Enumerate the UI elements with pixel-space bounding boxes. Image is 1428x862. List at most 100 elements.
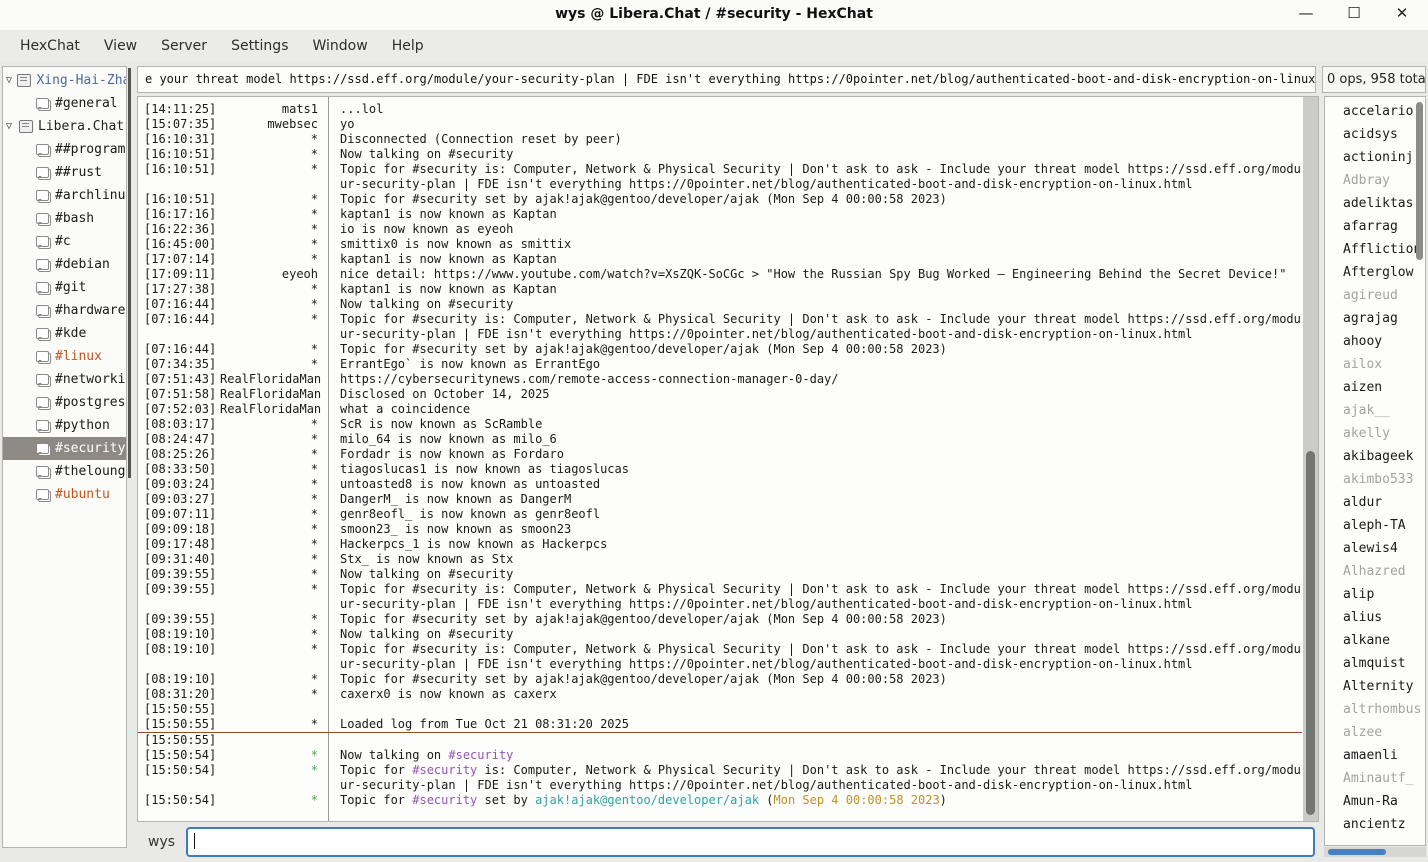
userlist-hscrollbar[interactable] [1324,847,1426,857]
user-list-item[interactable]: ahooy [1325,330,1425,353]
user-list-item[interactable]: afarrag [1325,215,1425,238]
userlist-hscrollbar-thumb[interactable] [1328,849,1386,855]
tree-network-libera.chat[interactable]: ▽Libera.Chat [3,115,126,138]
userlist-scrollbar-thumb[interactable] [1416,102,1423,260]
channel-name: #debian [55,253,110,276]
user-list-item[interactable]: akibageek [1325,445,1425,468]
chan-text: #security [412,793,477,807]
user-list-item[interactable]: Aminautf_ [1325,767,1425,790]
chat-line: [16:22:36]*io is now known as eyeoh [138,222,1302,237]
user-list-item[interactable]: Afterglow [1325,261,1425,284]
user-list: accelarioacidsysactioninjAdbrayadeliktas… [1325,100,1425,836]
user-list-item[interactable]: agireud [1325,284,1425,307]
message-text: milo_64 is now known as milo_6 [340,432,1302,447]
user-list-item[interactable]: ancientz [1325,813,1425,836]
user-list-item[interactable]: agrajag [1325,307,1425,330]
timestamp [138,778,220,793]
user-list-item[interactable]: accelario [1325,100,1425,123]
user-list-item[interactable]: aleph-TA [1325,514,1425,537]
chat-line: [16:10:51]*Topic for #security set by aj… [138,192,1302,207]
tree-channel-networking[interactable]: #networking [3,368,126,391]
tree-channel-postgresql[interactable]: #postgresql [3,391,126,414]
tree-channel-bash[interactable]: #bash [3,207,126,230]
user-list-item[interactable]: adeliktas [1325,192,1425,215]
user-list-item[interactable]: Adbray [1325,169,1425,192]
timestamp: [09:09:18] [138,522,220,537]
user-list-item[interactable]: ailox [1325,353,1425,376]
timestamp: [16:10:51] [138,162,220,177]
tree-channel-general[interactable]: #general [3,92,126,115]
message-text: Fordadr is now known as Fordaro [340,447,1302,462]
user-list-item[interactable]: Alternity [1325,675,1425,698]
channel-tree-scrollbar[interactable] [128,68,131,478]
message-text: Topic for #security is: Computer, Networ… [340,642,1302,657]
menu-item-server[interactable]: Server [151,34,217,58]
menu-item-hexchat[interactable]: HexChat [10,34,90,58]
topic-input[interactable]: e your threat model https://ssd.eff.org/… [137,66,1316,93]
chat-scrollbar-thumb[interactable] [1306,451,1315,815]
tree-channel-hardware[interactable]: #hardware [3,299,126,322]
timestamp: [15:50:55] [138,733,220,748]
message-text: Topic for #security set by ajak!ajak@gen… [340,342,1302,357]
tree-channel-programming[interactable]: ##programming [3,138,126,161]
user-list-item[interactable]: alzee [1325,721,1425,744]
menu-item-view[interactable]: View [94,34,147,58]
chat-line: [07:16:44]*Now talking on #security [138,297,1302,312]
user-list-item[interactable]: alius [1325,606,1425,629]
user-list-item[interactable]: altrhombus [1325,698,1425,721]
user-list-item[interactable]: aldur [1325,491,1425,514]
tree-network-xing-hai-zhan[interactable]: ▽Xing-Hai-Zhan [3,69,126,92]
user-list-item[interactable]: Alhazred [1325,560,1425,583]
user-list-item[interactable]: alkane [1325,629,1425,652]
user-list-item[interactable]: akelly [1325,422,1425,445]
tree-channel-python[interactable]: #python [3,414,126,437]
chat-scrollbar[interactable] [1303,97,1318,821]
collapse-arrow-icon[interactable]: ▽ [6,69,17,92]
user-list-item[interactable]: amaenli [1325,744,1425,767]
message-text: io is now known as eyeoh [340,222,1302,237]
timestamp: [09:39:55] [138,612,220,627]
tree-channel-git[interactable]: #git [3,276,126,299]
chat-line: [09:39:55]*Now talking on #security [138,567,1302,582]
message-text: what a coincidence [340,402,1302,417]
chat-line: [08:03:17]*ScR is now known as ScRamble [138,417,1302,432]
message-text: genr8eofl_ is now known as genr8eofl [340,507,1302,522]
menu-item-settings[interactable]: Settings [221,34,298,58]
tree-channel-ubuntu[interactable]: #ubuntu [3,483,126,506]
nick: * [220,192,330,207]
chat-line: ur-security-plan | FDE isn't everything … [138,327,1302,342]
user-list-item[interactable]: ajak__ [1325,399,1425,422]
tree-channel-kde[interactable]: #kde [3,322,126,345]
menu-item-window[interactable]: Window [302,34,377,58]
tree-channel-archlinux[interactable]: #archlinux [3,184,126,207]
user-list-item[interactable]: alip [1325,583,1425,606]
tree-channel-linux[interactable]: #linux [3,345,126,368]
tree-channel-debian[interactable]: #debian [3,253,126,276]
nick: * [220,312,330,327]
close-icon[interactable]: ✕ [1394,4,1410,22]
message-text: smittix0 is now known as smittix [340,237,1302,252]
minimize-icon[interactable]: — [1298,4,1314,22]
tree-channel-security[interactable]: #security [3,437,126,460]
channel-name: #general [55,92,118,115]
timestamp: [15:07:35] [138,117,220,132]
user-list-item[interactable]: aizen [1325,376,1425,399]
tree-channel-c[interactable]: #c [3,230,126,253]
message-input[interactable] [186,827,1315,857]
tree-channel-rust[interactable]: ##rust [3,161,126,184]
user-list-item[interactable]: alewis4 [1325,537,1425,560]
menu-item-help[interactable]: Help [382,34,434,58]
collapse-arrow-icon[interactable]: ▽ [6,115,19,138]
user-list-item[interactable]: Amun-Ra [1325,790,1425,813]
chat-line: [08:24:47]*milo_64 is now known as milo_… [138,432,1302,447]
message-input-row: wys [137,826,1319,858]
maximize-icon[interactable]: ☐ [1346,4,1362,22]
chat-line: [15:07:35]mwebsecyo [138,117,1302,132]
tree-channel-thelounge[interactable]: #thelounge [3,460,126,483]
nick: * [220,207,330,222]
user-list-item[interactable]: actioninj [1325,146,1425,169]
user-list-item[interactable]: almquist [1325,652,1425,675]
user-list-item[interactable]: akimbo533 [1325,468,1425,491]
user-list-item[interactable]: Affliction [1325,238,1425,261]
user-list-item[interactable]: acidsys [1325,123,1425,146]
